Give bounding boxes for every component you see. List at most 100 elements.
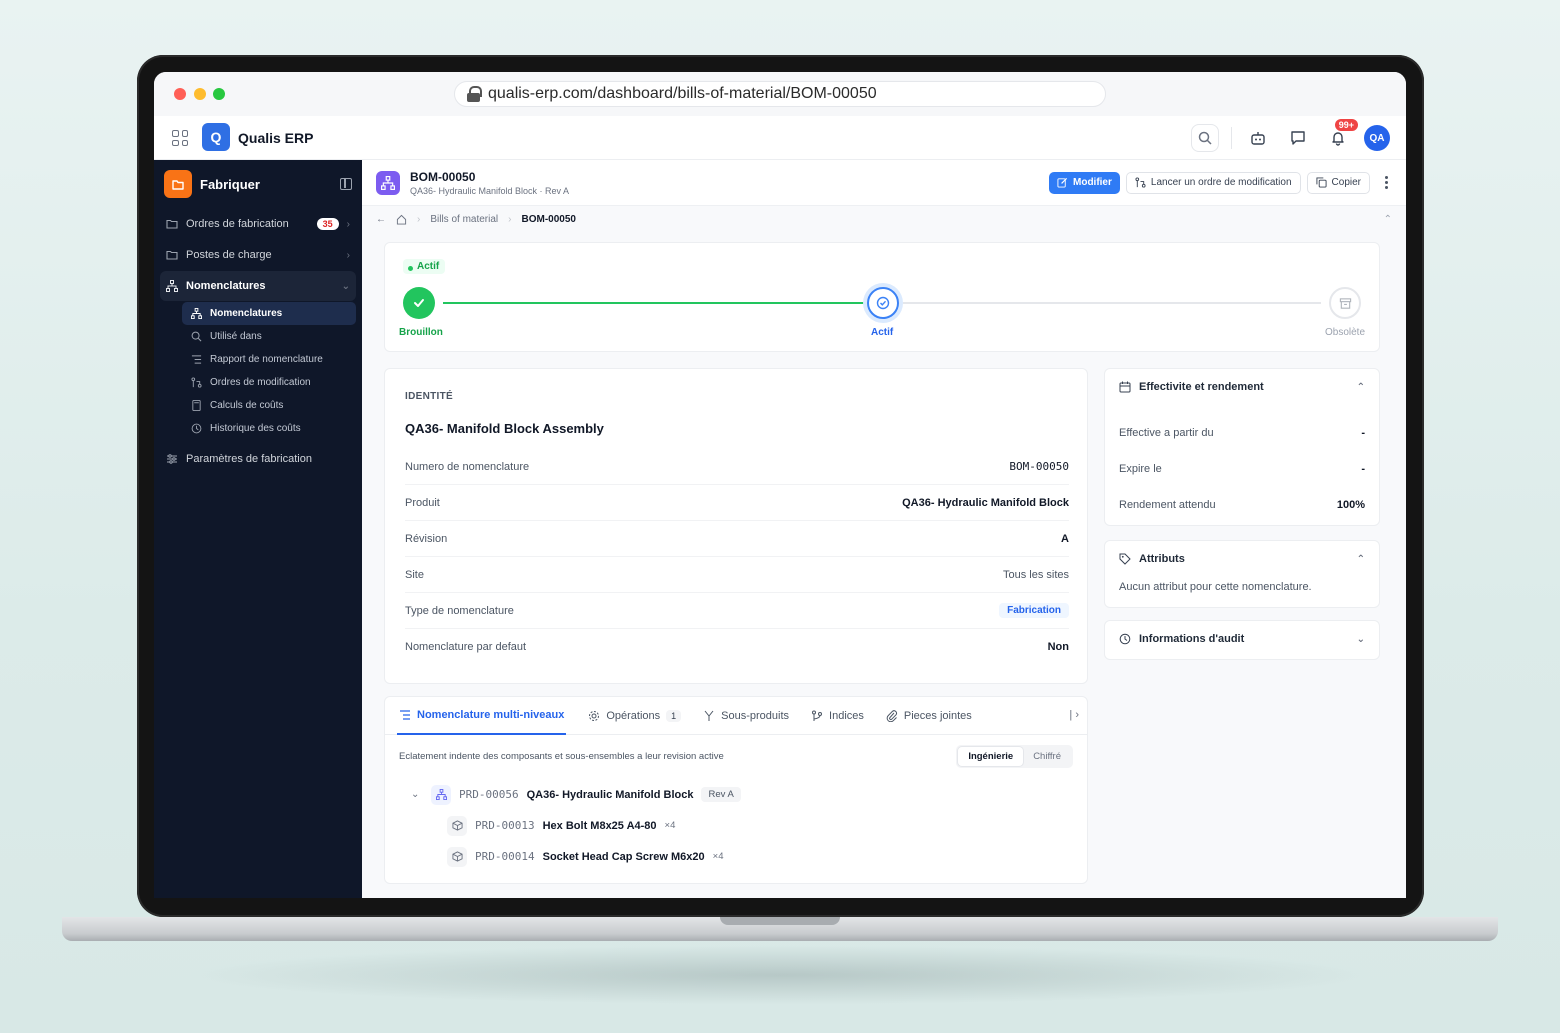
view-option-engineering[interactable]: Ingénierie: [958, 747, 1024, 766]
chevron-down-icon[interactable]: ⌄: [411, 789, 423, 800]
window-minimize-dot[interactable]: [194, 88, 206, 100]
sidebar-subitem-label: Rapport de nomenclature: [210, 354, 323, 365]
bom-icon: [376, 170, 400, 195]
status-stepper-card: Actif Brouillon Actif Obsolète: [384, 242, 1380, 352]
sidebar-subitem-nomenclatures[interactable]: Nomenclatures: [182, 302, 356, 325]
address-bar[interactable]: qualis-erp.com/dashboard/bills-of-materi…: [454, 81, 1106, 107]
app-name: Qualis ERP: [238, 130, 314, 146]
effectivity-panel-header[interactable]: Effectivite et rendement ⌃: [1119, 381, 1365, 393]
attributes-panel: Attributs ⌃ Aucun attribut pour cette no…: [1104, 540, 1380, 608]
package-icon: [447, 846, 467, 867]
tree-row-parent[interactable]: ⌄ PRD-00056 QA36- Hydraulic Manifold Blo…: [411, 779, 741, 810]
sidebar-subitem-utilise-dans[interactable]: Utilisé dans: [182, 325, 356, 348]
chevron-up-icon[interactable]: ⌃: [1357, 554, 1365, 565]
app-logo[interactable]: Q: [202, 123, 230, 151]
tab-indices[interactable]: Indices: [811, 697, 864, 735]
step-brouillon-check-icon[interactable]: [403, 287, 435, 319]
tab-description: Eclatement indente des composants et sou…: [399, 751, 724, 762]
item-name[interactable]: QA36- Hydraulic Manifold Block: [527, 789, 694, 801]
tab-operations[interactable]: Opérations 1: [588, 697, 682, 735]
search-button[interactable]: [1191, 124, 1219, 152]
copy-button[interactable]: Copier: [1306, 171, 1370, 194]
notifications-button[interactable]: 99+: [1324, 119, 1358, 152]
page-header: BOM-00050 QA36- Hydraulic Manifold Block…: [362, 160, 1406, 206]
sidebar-subitem-calculs-de-couts[interactable]: Calculs de coûts: [182, 394, 356, 417]
tab-label: Indices: [829, 709, 864, 722]
field-label: Révision: [405, 532, 448, 545]
home-icon[interactable]: [396, 214, 407, 225]
field-label: Produit: [405, 496, 440, 509]
sidebar-subitem-rapport[interactable]: Rapport de nomenclature: [182, 348, 356, 371]
audit-panel-header[interactable]: Informations d'audit ⌄: [1119, 633, 1365, 645]
git-pull-icon: [1135, 177, 1146, 188]
tab-multi-level-bom[interactable]: Nomenclature multi-niveaux: [397, 697, 567, 735]
user-avatar[interactable]: QA: [1364, 125, 1390, 151]
status-badge: Actif: [403, 259, 446, 274]
screen: qualis-erp.com/dashboard/bills-of-materi…: [154, 72, 1406, 898]
item-name[interactable]: Socket Head Cap Screw M6x20: [543, 851, 705, 863]
launch-change-order-button[interactable]: Lancer un ordre de modification: [1125, 171, 1301, 194]
sidebar-item-ordres-de-fabrication[interactable]: Ordres de fabrication 35 ›: [160, 209, 356, 239]
identity-row: Site Tous les sites: [405, 557, 1069, 593]
tree-row-child[interactable]: PRD-00014 Socket Head Cap Screw M6x20 ×4: [447, 841, 741, 872]
tab-attachments[interactable]: Pieces jointes: [886, 697, 972, 735]
effectivity-row: Expire le -: [1119, 451, 1365, 487]
more-options-icon[interactable]: [1380, 176, 1392, 189]
stepper-line-done: [443, 302, 867, 304]
package-icon: [447, 815, 467, 836]
chevron-right-icon: ›: [346, 249, 350, 261]
sidebar-subitem-ordres-de-modification[interactable]: Ordres de modification: [182, 371, 356, 394]
panel-title: Informations d'audit: [1139, 633, 1245, 645]
back-arrow-icon[interactable]: ←: [376, 214, 386, 225]
chevron-down-icon[interactable]: ⌄: [1357, 634, 1365, 645]
breadcrumb-separator: ›: [508, 213, 512, 225]
browser-chrome: qualis-erp.com/dashboard/bills-of-materi…: [154, 72, 1406, 116]
chevron-up-icon[interactable]: ⌃: [1357, 382, 1365, 393]
window-close-dot[interactable]: [174, 88, 186, 100]
sidebar-item-parametres-de-fabrication[interactable]: Paramètres de fabrication: [160, 444, 356, 474]
window-maximize-dot[interactable]: [213, 88, 225, 100]
assembly-icon: [431, 784, 451, 805]
tab-by-products[interactable]: Sous-produits: [703, 697, 789, 735]
assistant-button[interactable]: [1244, 124, 1272, 152]
sidebar-item-label: Nomenclatures: [186, 280, 266, 292]
tabs-scroll-right-icon[interactable]: | ›: [1069, 709, 1079, 721]
apps-grid-icon[interactable]: [172, 130, 188, 146]
page-title-block: BOM-00050 QA36- Hydraulic Manifold Block…: [410, 170, 1043, 196]
folder-icon: [166, 218, 178, 230]
sidebar-header: Fabriquer: [154, 160, 362, 208]
field-label: Numero de nomenclature: [405, 460, 530, 473]
audit-panel[interactable]: Informations d'audit ⌄: [1104, 620, 1380, 660]
sidebar-subitem-historique-des-couts[interactable]: Historique des coûts: [182, 417, 356, 440]
folder-icon: [166, 249, 178, 261]
sidebar: Fabriquer Ordres de fabrication 35 › Pos…: [154, 160, 362, 898]
type-badge: Fabrication: [999, 603, 1069, 618]
sidebar-item-postes-de-charge[interactable]: Postes de charge ›: [160, 240, 356, 270]
field-value: Tous les sites: [1002, 568, 1069, 581]
git-pull-icon: [190, 377, 202, 389]
hierarchy-icon: [166, 280, 178, 292]
identity-row: Révision A: [405, 521, 1069, 557]
list-indent-icon: [400, 709, 410, 720]
bell-icon: [1332, 132, 1344, 146]
sidebar-collapse-icon[interactable]: [340, 178, 352, 190]
step-actif-icon[interactable]: [867, 287, 899, 319]
sidebar-subitem-label: Ordres de modification: [210, 377, 311, 388]
identity-row: Numero de nomenclature BOM-00050: [405, 449, 1069, 485]
breadcrumb-parent[interactable]: Bills of material: [430, 214, 498, 225]
tree-row-child[interactable]: PRD-00013 Hex Bolt M8x25 A4-80 ×4: [447, 810, 741, 841]
step-label: Obsolète: [1325, 327, 1366, 338]
tab-label: Opérations: [606, 709, 661, 722]
step-label: Brouillon: [399, 327, 443, 338]
item-name[interactable]: Hex Bolt M8x25 A4-80: [543, 820, 657, 832]
sidebar-item-nomenclatures[interactable]: Nomenclatures ⌄: [160, 271, 356, 301]
chevron-up-icon[interactable]: ⌃: [1384, 214, 1392, 225]
view-option-costed[interactable]: Chiffré: [1023, 747, 1071, 766]
field-value[interactable]: QA36- Hydraulic Manifold Block: [902, 497, 1069, 509]
copy-label: Copier: [1331, 177, 1361, 188]
page-title: BOM-00050: [410, 169, 476, 184]
step-obsolete-archive-icon[interactable]: [1329, 287, 1361, 319]
modify-button[interactable]: Modifier: [1049, 171, 1120, 194]
messages-button[interactable]: [1284, 124, 1312, 152]
attributes-panel-header[interactable]: Attributs ⌃: [1119, 553, 1365, 565]
